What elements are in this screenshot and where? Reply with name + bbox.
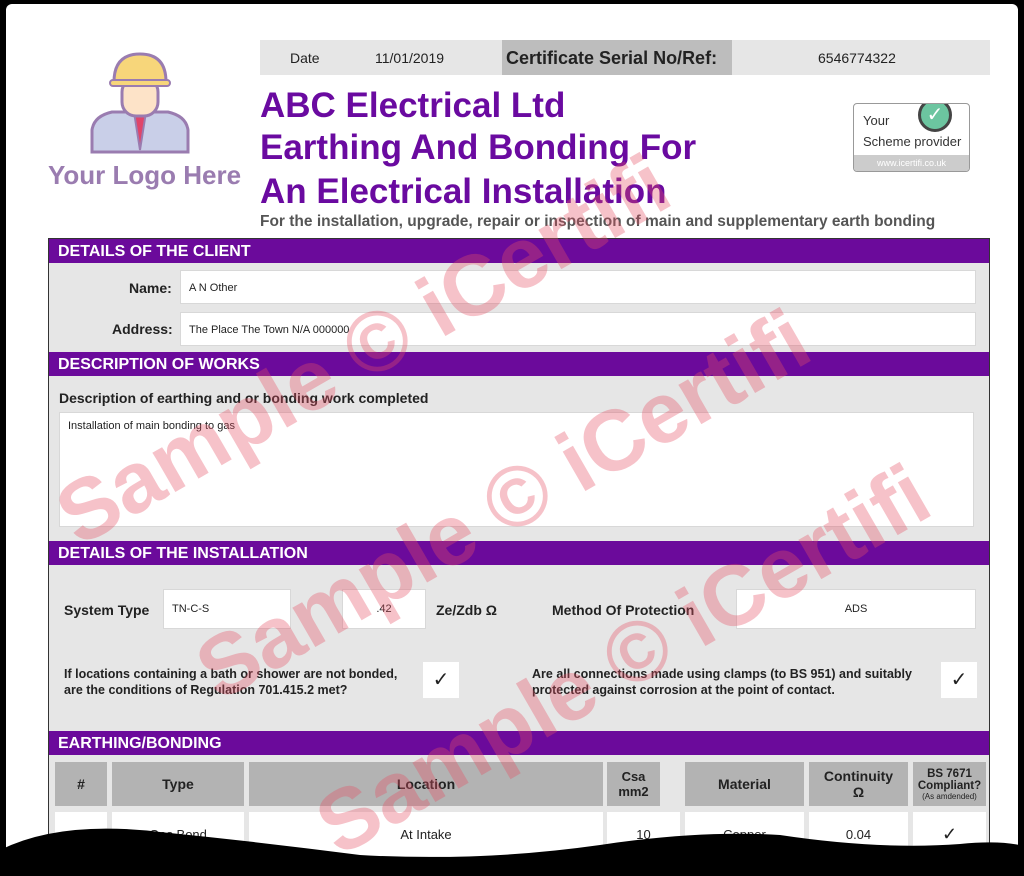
system-type-field[interactable]: TN-C-S: [163, 589, 291, 629]
badge-url: www.icertifi.co.uk: [854, 155, 969, 171]
system-type-label: System Type: [64, 602, 150, 618]
section-header-earthing: EARTHING/BONDING: [49, 731, 989, 755]
clamps-question: Are all connections made using clamps (t…: [532, 667, 912, 697]
company-name: ABC Electrical Ltd: [260, 86, 566, 125]
date-value: 11/01/2019: [375, 50, 445, 66]
serial-label: Certificate Serial No/Ref:: [506, 48, 718, 68]
torn-edge: [0, 828, 1024, 872]
date-label: Date: [290, 50, 320, 66]
certificate-form: DETAILS OF THE CLIENT Name: A N Other Ad…: [48, 238, 990, 868]
check-circle-icon: ✓: [918, 104, 952, 132]
section-header-works: DESCRIPTION OF WORKS: [49, 352, 989, 376]
header-bar: Date 11/01/2019 Certificate Serial No/Re…: [260, 40, 990, 75]
engineer-hardhat-icon: [90, 52, 190, 154]
scheme-provider-badge: ✓ Your Scheme provider www.icertifi.co.u…: [853, 103, 970, 172]
name-field[interactable]: A N Other: [180, 270, 976, 304]
method-field[interactable]: ADS: [736, 589, 976, 629]
logo-text: Your Logo Here: [48, 160, 242, 190]
bath-checkbox[interactable]: ✓: [423, 662, 459, 698]
subtitle: For the installation, upgrade, repair or…: [260, 213, 936, 230]
serial-value: 6546774322: [818, 50, 896, 66]
works-label: Description of earthing and or bonding w…: [59, 390, 429, 406]
clamps-checkbox[interactable]: ✓: [941, 662, 977, 698]
works-description-field[interactable]: Installation of main bonding to gas: [59, 412, 974, 527]
bath-question: If locations containing a bath or shower…: [64, 667, 398, 697]
serial-label-box: Certificate Serial No/Ref:: [502, 40, 732, 75]
badge-text: Scheme provider: [863, 134, 962, 149]
address-label: Address:: [112, 321, 173, 337]
section-header-installation: DETAILS OF THE INSTALLATION: [49, 541, 989, 565]
badge-text: Your: [863, 113, 890, 128]
address-field[interactable]: The Place The Town N/A 000000: [180, 312, 976, 346]
certificate-title-line: Earthing And Bonding For: [260, 128, 697, 167]
section-header-client: DETAILS OF THE CLIENT: [49, 239, 989, 263]
column-header-text: BS 7671 Compliant?: [917, 767, 982, 792]
certificate-title-line: An Electrical Installation: [260, 172, 667, 211]
ze-label: Ze/Zdb Ω: [436, 602, 497, 618]
method-label: Method Of Protection: [552, 602, 695, 618]
name-label: Name:: [129, 280, 172, 296]
ze-field[interactable]: .42: [342, 589, 426, 629]
